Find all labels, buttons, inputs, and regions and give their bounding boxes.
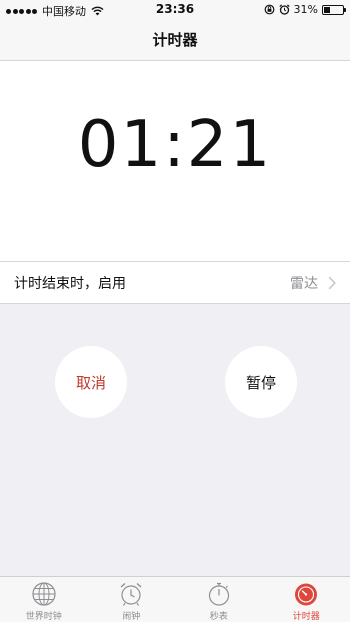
page-title: 计时器 — [152, 31, 198, 49]
when-timer-ends-label: 计时结束时，启用 — [14, 275, 126, 292]
timer-minutes: 01 — [77, 108, 164, 182]
timer-icon — [295, 583, 318, 606]
battery-level-fill — [324, 6, 330, 13]
rotation-lock-icon — [264, 4, 274, 15]
battery-percent: 31% — [293, 3, 318, 16]
tab-timer[interactable]: 计时器 — [263, 577, 350, 622]
alarm-clock-icon — [120, 582, 142, 606]
timer-separator: : — [163, 108, 187, 182]
tab-world-clock[interactable]: 世界时钟 — [0, 577, 88, 622]
tab-stopwatch[interactable]: 秒表 — [175, 577, 263, 622]
alarm-icon — [278, 4, 290, 15]
tab-label: 秒表 — [209, 612, 228, 622]
globe-icon — [32, 582, 56, 606]
pause-button[interactable]: 暂停 — [225, 346, 297, 418]
status-bar: 中国移动 23:36 31% — [0, 0, 350, 20]
cancel-button[interactable]: 取消 — [55, 346, 127, 418]
battery-icon — [322, 4, 346, 15]
when-timer-ends-row[interactable]: 计时结束时，启用 雷达 — [0, 261, 350, 304]
timer-screen: 中国移动 23:36 31% 计时器 01:21 计时结束时，启用 雷达 取消 … — [0, 0, 350, 622]
tab-label: 计时器 — [292, 612, 320, 622]
tab-alarm[interactable]: 闹钟 — [88, 577, 176, 622]
tab-bar: 世界时钟 闹钟 秒表 计时器 — [0, 576, 350, 622]
status-right: 31% — [264, 3, 346, 16]
navigation-bar: 计时器 — [0, 20, 350, 61]
timer-countdown: 01:21 — [0, 108, 350, 182]
chevron-right-icon — [328, 276, 336, 290]
timer-display-area: 01:21 — [0, 61, 350, 261]
tab-label: 世界时钟 — [25, 612, 62, 622]
timer-controls: 取消 暂停 — [0, 304, 350, 576]
tab-label: 闹钟 — [122, 612, 141, 622]
timer-seconds: 21 — [186, 108, 273, 182]
when-timer-ends-value: 雷达 — [290, 275, 318, 292]
stopwatch-icon — [208, 582, 229, 606]
